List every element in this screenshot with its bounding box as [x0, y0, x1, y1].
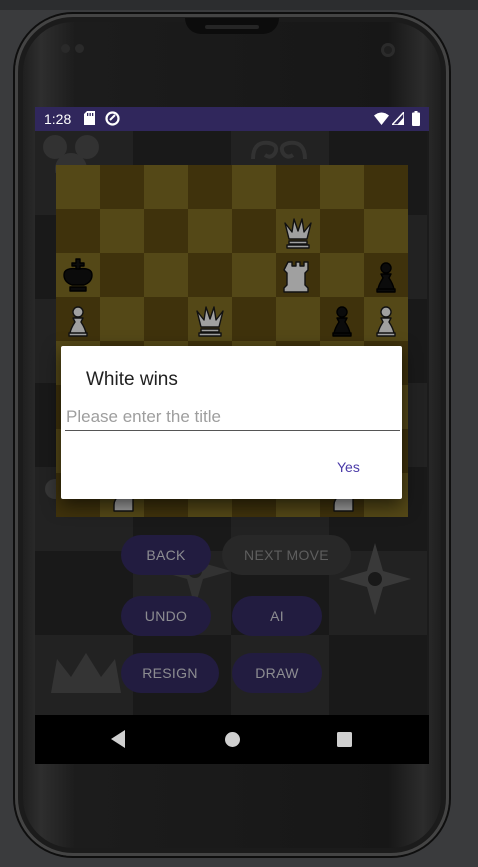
earpiece: [185, 18, 279, 34]
light-sensor: [75, 44, 84, 53]
status-time: 1:28: [44, 111, 72, 127]
navigation-bar: [35, 715, 429, 764]
dialog-title: White wins: [86, 369, 178, 390]
sync-icon: [105, 111, 120, 126]
device-screen: BACK NEXT MOVE UNDO AI RESIGN DRAW 1:28 …: [35, 107, 429, 764]
yes-button[interactable]: Yes: [337, 459, 360, 475]
status-bar: 1:28: [35, 107, 429, 131]
sd-card-icon: [84, 111, 95, 125]
game-over-dialog: White wins Yes: [61, 346, 402, 499]
title-input[interactable]: [65, 404, 400, 431]
battery-icon: [412, 111, 420, 126]
proximity-sensor: [61, 44, 70, 53]
cellular-signal-icon: [392, 112, 404, 125]
window-top-strip: [0, 0, 478, 10]
recents-square-icon[interactable]: [337, 732, 352, 747]
back-triangle-icon[interactable]: [111, 730, 125, 748]
home-circle-icon[interactable]: [225, 732, 240, 747]
front-camera: [381, 43, 395, 57]
wifi-icon: [374, 112, 389, 125]
